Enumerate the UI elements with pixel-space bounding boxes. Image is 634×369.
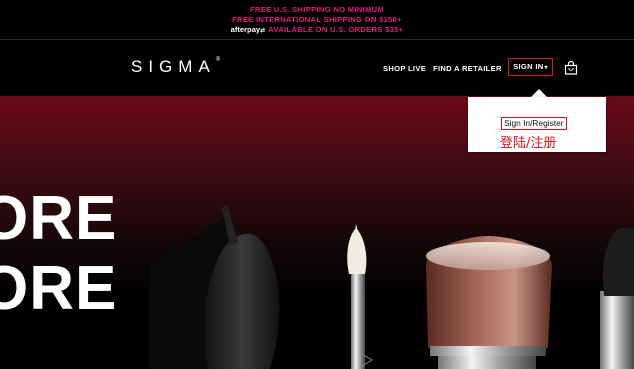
nav-shop-live[interactable]: SHOP LIVE <box>383 64 426 73</box>
sign-in-annotation: 登陆/注册 <box>500 136 557 151</box>
promo-banner: FREE U.S. SHIPPING NO MINIMUM FREE INTER… <box>0 0 634 39</box>
shopping-bag-icon[interactable] <box>564 61 578 75</box>
sign-in-label: SIGN IN <box>513 62 544 71</box>
afterpay-logo: afterpay⇄ <box>230 25 266 34</box>
promo-international-shipping: FREE INTERNATIONAL SHIPPING ON $150+ <box>232 15 402 24</box>
sign-in-register-link[interactable]: Sign In/Register <box>501 117 567 130</box>
promo-free-us-shipping: FREE U.S. SHIPPING NO MINIMUM <box>249 5 384 14</box>
promo-afterpay: afterpay⇄ AVAILABLE ON U.S. ORDERS $35+ <box>0 25 634 34</box>
chevron-down-icon: ▾ <box>544 65 548 71</box>
dropdown-caret <box>531 89 547 97</box>
sigma-logo[interactable]: SIGMA® <box>131 57 220 77</box>
afterpay-text: AVAILABLE ON U.S. ORDERS $35+ <box>268 25 404 34</box>
sign-in-dropdown: Sign In/Register 登陆/注册 <box>468 97 606 152</box>
site-header: SIGMA® SHOP LIVE FIND A RETAILER SIGN IN… <box>0 40 634 96</box>
nav-find-a-retailer[interactable]: FIND A RETAILER <box>433 64 502 73</box>
nav-sign-in-button[interactable]: SIGN IN▾ <box>508 58 553 76</box>
